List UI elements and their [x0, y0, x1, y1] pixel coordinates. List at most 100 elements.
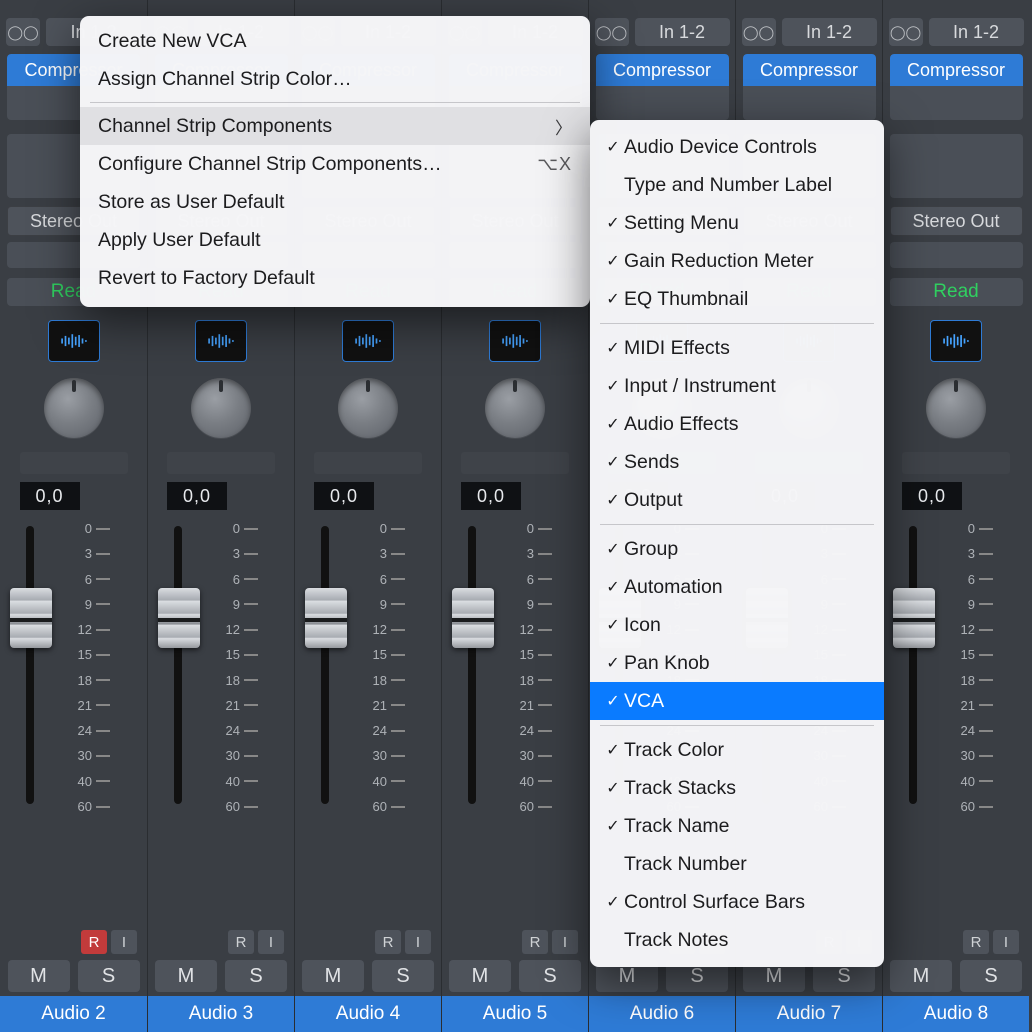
mute-button[interactable]: M — [449, 960, 511, 992]
menu-item[interactable]: Revert to Factory Default — [80, 259, 590, 297]
output-selector[interactable]: Stereo Out — [890, 206, 1023, 236]
submenu-item[interactable]: ✓Group — [590, 530, 884, 568]
mute-button[interactable]: M — [302, 960, 364, 992]
track-name[interactable]: Audio 8 — [883, 996, 1029, 1032]
fader-cap[interactable] — [305, 588, 347, 648]
track-name[interactable]: Audio 5 — [442, 996, 588, 1032]
solo-button[interactable]: S — [960, 960, 1022, 992]
submenu-item[interactable]: ✓Automation — [590, 568, 884, 606]
input-monitor-button[interactable]: I — [993, 930, 1019, 954]
submenu-item[interactable]: ✓Sends — [590, 443, 884, 481]
menu-item[interactable]: Assign Channel Strip Color… — [80, 60, 590, 98]
track-icon[interactable] — [489, 320, 541, 362]
submenu-item[interactable]: ✓Control Surface Bars — [590, 883, 884, 921]
track-icon[interactable] — [930, 320, 982, 362]
submenu-item[interactable]: ✓Track Number — [590, 845, 884, 883]
fader-track[interactable] — [909, 526, 917, 804]
menu-item[interactable]: Channel Strip Components〉 — [80, 107, 590, 145]
solo-button[interactable]: S — [372, 960, 434, 992]
track-name[interactable]: Audio 6 — [589, 996, 735, 1032]
submenu-item[interactable]: ✓Gain Reduction Meter — [590, 242, 884, 280]
menu-item[interactable]: Configure Channel Strip Components…⌥X — [80, 145, 590, 183]
input-monitor-button[interactable]: I — [405, 930, 431, 954]
track-icon[interactable] — [342, 320, 394, 362]
fader-cap[interactable] — [452, 588, 494, 648]
fader-area[interactable]: 0 3 6 9 12 15 18 21 24 30 — [883, 522, 1029, 812]
channel-strip-components-submenu[interactable]: ✓Audio Device Controls✓Type and Number L… — [590, 120, 884, 967]
stereo-link-button[interactable]: ◯◯ — [742, 18, 776, 46]
input-monitor-button[interactable]: I — [258, 930, 284, 954]
record-enable-button[interactable]: R — [522, 930, 548, 954]
menu-item[interactable]: Create New VCA — [80, 22, 590, 60]
fader-area[interactable]: 0 3 6 9 12 15 18 21 24 30 — [0, 522, 147, 812]
pan-knob[interactable] — [926, 378, 986, 438]
submenu-item[interactable]: ✓Track Color — [590, 731, 884, 769]
track-name[interactable]: Audio 7 — [736, 996, 882, 1032]
automation-mode[interactable]: Read — [890, 278, 1023, 306]
fader-track[interactable] — [321, 526, 329, 804]
mute-button[interactable]: M — [8, 960, 70, 992]
fader-track[interactable] — [468, 526, 476, 804]
pan-knob[interactable] — [191, 378, 251, 438]
fader-area[interactable]: 0 3 6 9 12 15 18 21 24 30 — [295, 522, 441, 812]
record-enable-button[interactable]: R — [228, 930, 254, 954]
context-menu[interactable]: Create New VCAAssign Channel Strip Color… — [80, 16, 590, 307]
input-selector[interactable]: In 1-2 — [635, 18, 730, 46]
mute-button[interactable]: M — [155, 960, 217, 992]
track-name[interactable]: Audio 3 — [148, 996, 294, 1032]
submenu-item[interactable]: ✓Track Stacks — [590, 769, 884, 807]
submenu-item[interactable]: ✓Pan Knob — [590, 644, 884, 682]
submenu-item[interactable]: ✓Audio Effects — [590, 405, 884, 443]
input-monitor-button[interactable]: I — [111, 930, 137, 954]
submenu-item[interactable]: ✓MIDI Effects — [590, 329, 884, 367]
fader-cap[interactable] — [893, 588, 935, 648]
submenu-item[interactable]: ✓Icon — [590, 606, 884, 644]
submenu-item[interactable]: ✓Track Name — [590, 807, 884, 845]
fader-cap[interactable] — [158, 588, 200, 648]
solo-button[interactable]: S — [78, 960, 140, 992]
mute-button[interactable]: M — [890, 960, 952, 992]
fader-cap[interactable] — [10, 588, 52, 648]
fader-area[interactable]: 0 3 6 9 12 15 18 21 24 30 — [442, 522, 588, 812]
insert-compressor[interactable]: Compressor — [743, 54, 876, 86]
track-name[interactable]: Audio 2 — [0, 996, 147, 1032]
channel-strip[interactable]: ◯◯ In 1-2 Compressor Stereo Out Read 0,0… — [882, 0, 1029, 1032]
insert-slots[interactable]: Compressor — [890, 54, 1023, 120]
solo-button[interactable]: S — [519, 960, 581, 992]
pan-knob[interactable] — [338, 378, 398, 438]
submenu-item[interactable]: ✓Output — [590, 481, 884, 519]
fader-track[interactable] — [174, 526, 182, 804]
insert-slots[interactable]: Compressor — [596, 54, 729, 120]
insert-compressor[interactable]: Compressor — [890, 54, 1023, 86]
record-enable-button[interactable]: R — [963, 930, 989, 954]
solo-button[interactable]: S — [225, 960, 287, 992]
insert-slots[interactable]: Compressor — [743, 54, 876, 120]
submenu-item[interactable]: ✓Type and Number Label — [590, 166, 884, 204]
submenu-item[interactable]: ✓Setting Menu — [590, 204, 884, 242]
pan-knob[interactable] — [44, 378, 104, 438]
stereo-link-button[interactable]: ◯◯ — [6, 18, 40, 46]
pan-knob[interactable] — [485, 378, 545, 438]
submenu-item[interactable]: ✓VCA — [590, 682, 884, 720]
menu-item[interactable]: Apply User Default — [80, 221, 590, 259]
fader-track[interactable] — [26, 526, 34, 804]
input-selector[interactable]: In 1-2 — [782, 18, 877, 46]
record-enable-button[interactable]: R — [81, 930, 107, 954]
submenu-item[interactable]: ✓Track Notes — [590, 921, 884, 959]
menu-item[interactable]: Store as User Default — [80, 183, 590, 221]
vca-slot[interactable] — [890, 242, 1023, 268]
submenu-item[interactable]: ✓Audio Device Controls — [590, 128, 884, 166]
stereo-link-button[interactable]: ◯◯ — [595, 18, 629, 46]
stereo-link-button[interactable]: ◯◯ — [889, 18, 923, 46]
submenu-item[interactable]: ✓Input / Instrument — [590, 367, 884, 405]
input-monitor-button[interactable]: I — [552, 930, 578, 954]
insert-compressor[interactable]: Compressor — [596, 54, 729, 86]
fader-area[interactable]: 0 3 6 9 12 15 18 21 24 30 — [148, 522, 294, 812]
track-icon[interactable] — [48, 320, 100, 362]
input-selector[interactable]: In 1-2 — [929, 18, 1024, 46]
record-enable-button[interactable]: R — [375, 930, 401, 954]
submenu-item[interactable]: ✓EQ Thumbnail — [590, 280, 884, 318]
track-icon[interactable] — [195, 320, 247, 362]
sends-area[interactable] — [890, 134, 1023, 198]
track-name[interactable]: Audio 4 — [295, 996, 441, 1032]
